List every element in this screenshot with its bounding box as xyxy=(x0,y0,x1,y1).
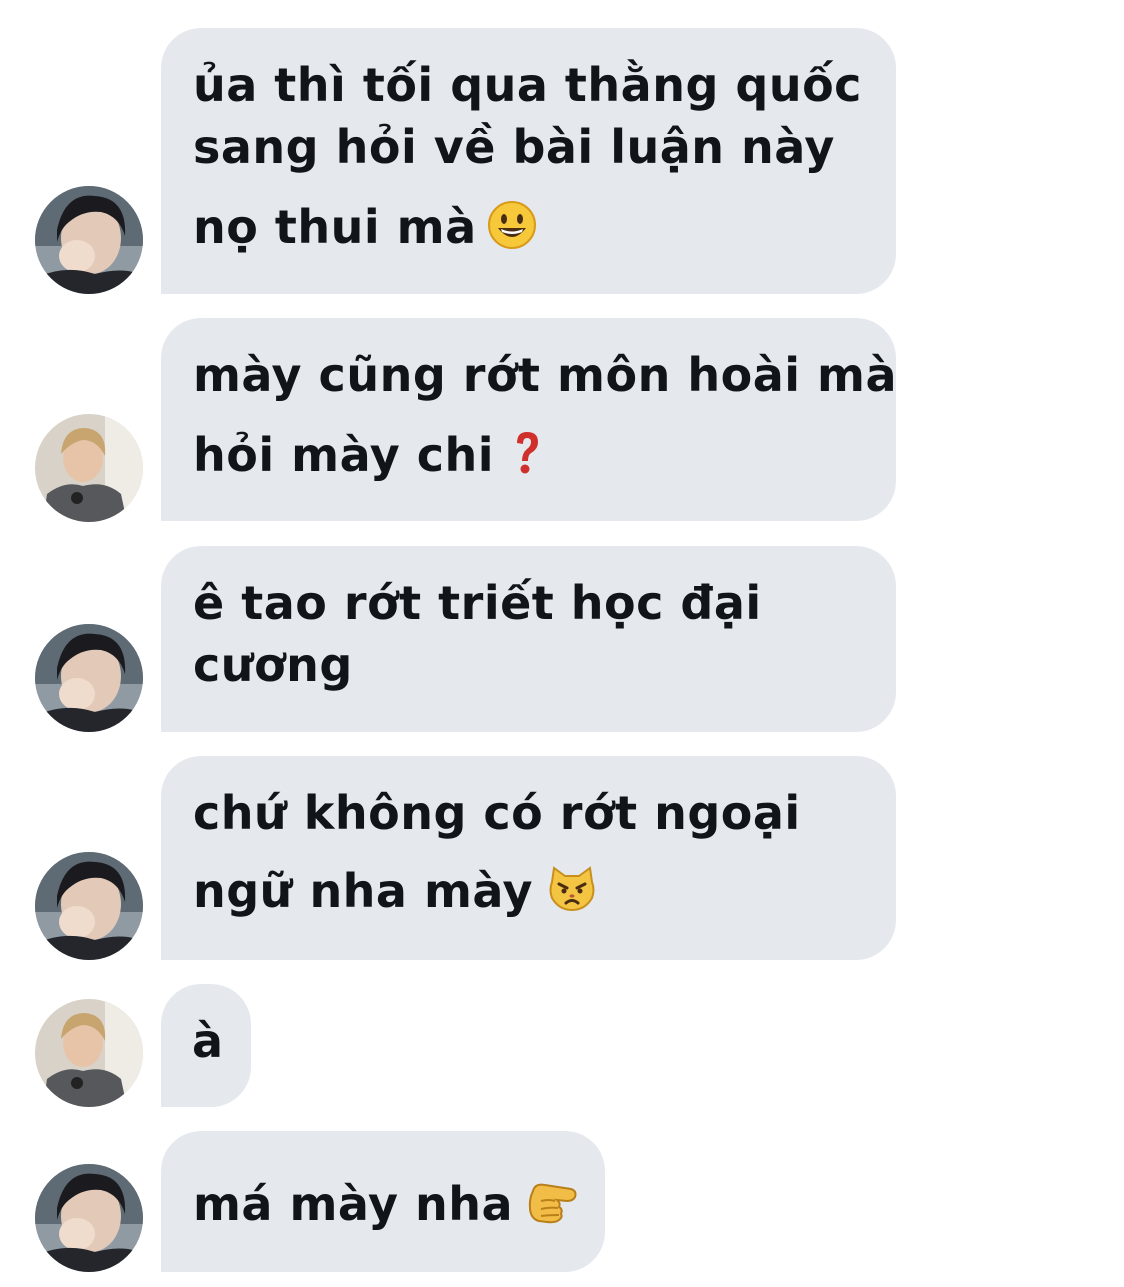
message-text: ủa thì tối qua thằng quốc xyxy=(193,58,862,112)
message-text: nọ thui mà xyxy=(193,200,477,254)
avatar-photo xyxy=(35,624,143,732)
avatar-dark-hair[interactable] xyxy=(35,186,143,294)
avatar-dark-hair[interactable] xyxy=(35,852,143,960)
message-text: ê tao rớt triết học đại xyxy=(193,576,762,630)
message-text: sang hỏi về bài luận này xyxy=(193,120,835,174)
message-bubble[interactable]: chứ không có rớt ngoại ngữ nha mày xyxy=(161,756,896,960)
red-question-mark-emoji xyxy=(512,430,542,487)
message-bubble[interactable]: ê tao rớt triết học đại cương xyxy=(161,546,896,732)
message-text: má mày nha xyxy=(193,1177,514,1231)
avatar-dark-hair[interactable] xyxy=(35,1164,143,1272)
avatar-blond-hair[interactable] xyxy=(35,414,143,522)
pointing-finger-emoji xyxy=(527,1179,581,1236)
message-bubble[interactable]: à xyxy=(161,984,251,1107)
avatar-photo xyxy=(35,1164,143,1272)
message-text: à xyxy=(192,1014,224,1068)
pouting-cat-emoji xyxy=(547,866,597,923)
message-bubble[interactable]: mày cũng rớt môn hoài mà hỏi mày chi xyxy=(161,318,897,521)
avatar-photo xyxy=(35,999,143,1107)
message-bubble[interactable]: má mày nha xyxy=(161,1131,605,1272)
avatar-photo xyxy=(35,414,143,522)
avatar-photo xyxy=(35,186,143,294)
chat-thread: ủa thì tối qua thằng quốc sang hỏi về bà… xyxy=(0,0,1124,1287)
avatar-photo xyxy=(35,852,143,960)
message-text: cương xyxy=(193,638,353,692)
message-text: ngữ nha mày xyxy=(193,864,534,918)
message-text: chứ không có rớt ngoại xyxy=(193,786,801,840)
message-bubble[interactable]: ủa thì tối qua thằng quốc sang hỏi về bà… xyxy=(161,28,896,294)
message-text: mày cũng rớt môn hoài mà xyxy=(193,348,897,402)
avatar-dark-hair[interactable] xyxy=(35,624,143,732)
smiling-face-emoji xyxy=(487,200,537,261)
avatar-blond-hair[interactable] xyxy=(35,999,143,1107)
message-text: hỏi mày chi xyxy=(193,428,494,482)
